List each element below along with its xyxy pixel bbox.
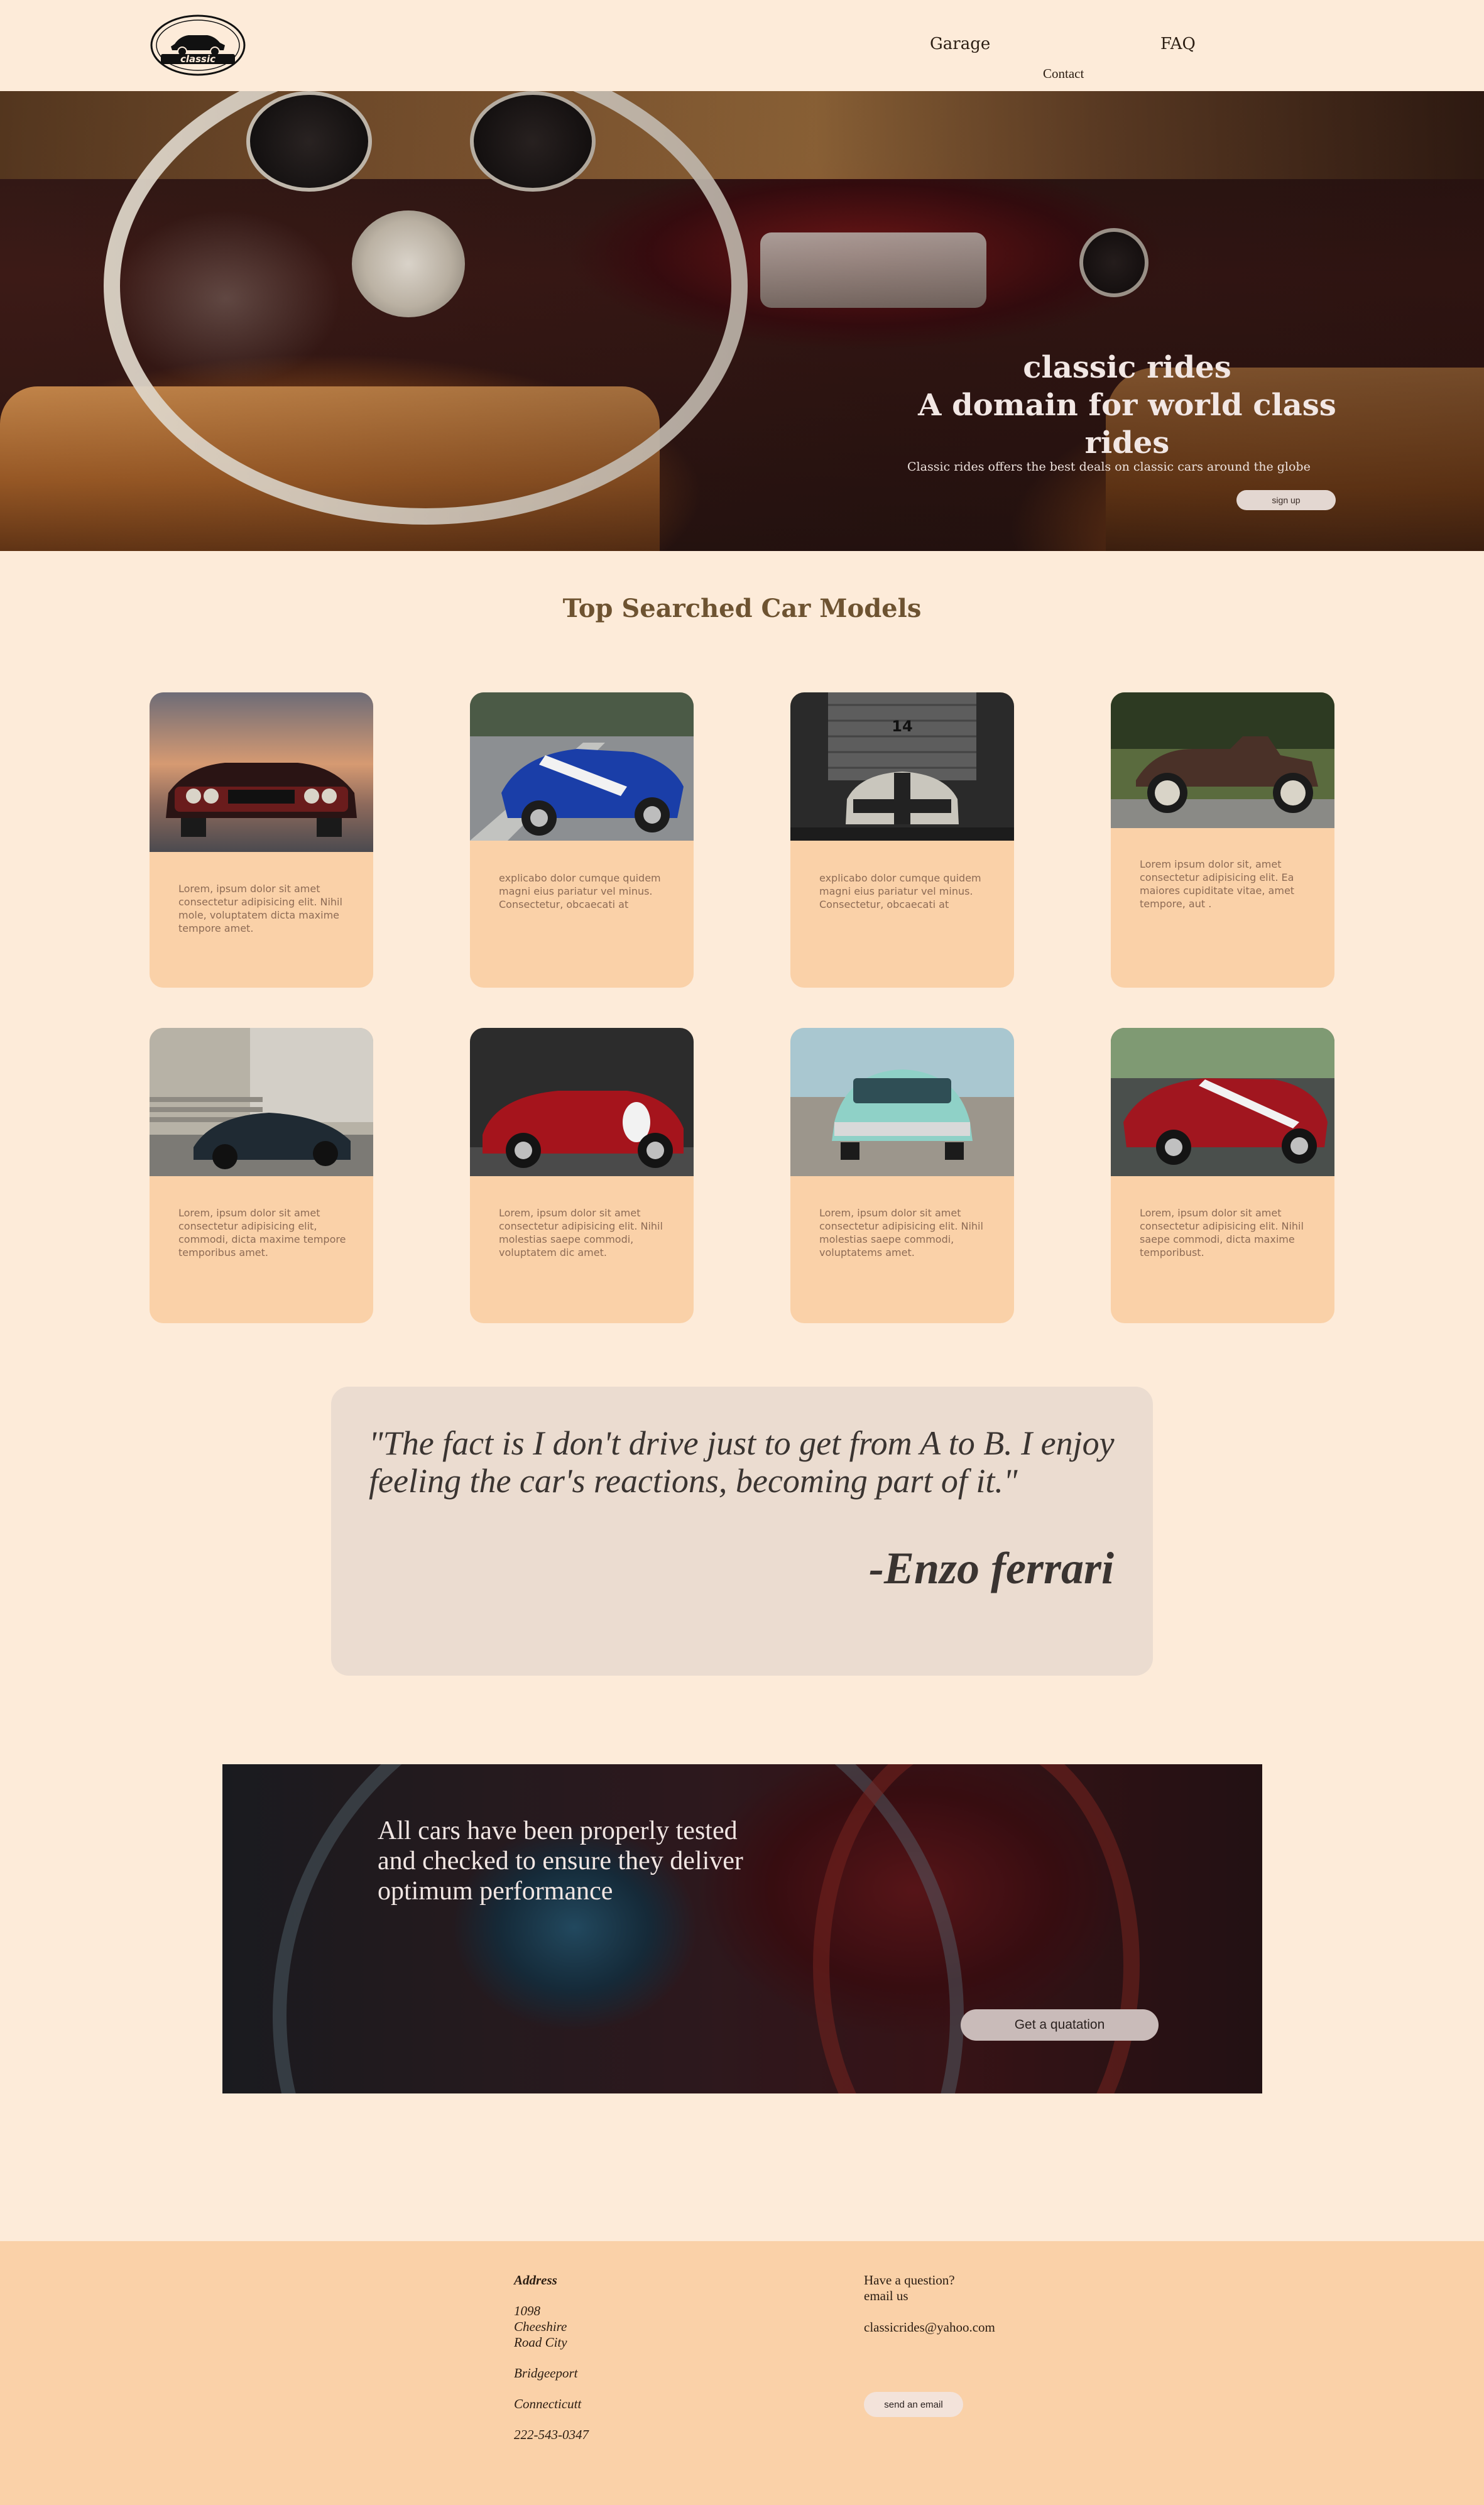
car-card-text: Lorem ipsum dolor sit, amet consectetur …: [1140, 858, 1295, 910]
contact-email-address[interactable]: classicrides@yahoo.com: [864, 2320, 995, 2335]
car-card[interactable]: Lorem, ipsum dolor sit amet consectetur …: [150, 1028, 373, 1323]
car-photo-mustang: 14: [790, 692, 1014, 841]
hero-title-line1: classic rides: [1023, 350, 1231, 385]
car-card[interactable]: Lorem, ipsum dolor sit amet consectetur …: [790, 1028, 1014, 1323]
car-photo-firebird: [150, 692, 373, 852]
contact-email-us: email us: [864, 2288, 908, 2303]
address-city: Bridgeeport: [514, 2366, 578, 2381]
sign-up-button[interactable]: sign up: [1236, 490, 1336, 510]
quote-box: "The fact is I don't drive just to get f…: [331, 1387, 1153, 1676]
car-photo-mgb: [150, 1028, 373, 1176]
nav-garage-link[interactable]: Garage: [930, 35, 990, 53]
car-photo-belair: [790, 1028, 1014, 1176]
footer-address: Address 1098 Cheeshire Road City Bridgee…: [514, 2273, 589, 2443]
address-phone: 222-543-0347: [514, 2427, 589, 2442]
nav-contact-link[interactable]: Contact: [1043, 66, 1084, 82]
car-card[interactable]: Lorem, ipsum dolor sit amet consectetur …: [1111, 1028, 1334, 1323]
models-section-title: Top Searched Car Models: [562, 594, 922, 623]
hero-title-line2: A domain for world class rides: [918, 388, 1336, 461]
car-photo-alfa: [470, 1028, 694, 1176]
nav-faq-link[interactable]: FAQ: [1160, 35, 1196, 53]
address-street: 1098 Cheeshire Road City: [514, 2303, 567, 2350]
quote-author: -Enzo ferrari: [868, 1543, 1114, 1593]
car-card-text: Lorem, ipsum dolor sit amet consectetur …: [178, 883, 342, 934]
get-quotation-button[interactable]: Get a quatation: [961, 2009, 1159, 2041]
hero-title: classic rides A domain for world class r…: [907, 349, 1347, 462]
car-card-text: explicabo dolor cumque quidem magni eius…: [819, 872, 981, 910]
car-photo-model-a: [1111, 692, 1334, 828]
car-photo-chevelle: [1111, 1028, 1334, 1176]
top-navbar: classic Garage Contact FAQ: [0, 0, 1484, 91]
car-card-text: Lorem, ipsum dolor sit amet consectetur …: [178, 1207, 346, 1258]
car-photo-cobra: [470, 692, 694, 841]
car-card[interactable]: explicabo dolor cumque quidem magni eius…: [470, 692, 694, 988]
car-card[interactable]: Lorem ipsum dolor sit, amet consectetur …: [1111, 692, 1334, 988]
promo-banner: All cars have been properly tested and c…: [222, 1764, 1262, 2093]
contact-question: Have a question?: [864, 2273, 955, 2288]
quote-text: "The fact is I don't drive just to get f…: [369, 1424, 1115, 1500]
car-card-text: Lorem, ipsum dolor sit amet consectetur …: [819, 1207, 983, 1258]
svg-text:classic: classic: [180, 53, 216, 65]
hero-subtitle: Classic rides offers the best deals on c…: [907, 460, 1311, 474]
footer: Address 1098 Cheeshire Road City Bridgee…: [0, 2241, 1484, 2505]
address-heading: Address: [514, 2273, 557, 2288]
svg-text:14: 14: [892, 718, 912, 735]
address-state: Connecticutt: [514, 2396, 582, 2411]
car-card-text: explicabo dolor cumque quidem magni eius…: [499, 872, 661, 910]
promo-text: All cars have been properly tested and c…: [378, 1816, 743, 1906]
car-card[interactable]: 14 explicabo dolor cumque quidem magni e…: [790, 692, 1014, 988]
car-card-text: Lorem, ipsum dolor sit amet consectetur …: [499, 1207, 663, 1258]
send-email-button[interactable]: send an email: [864, 2392, 963, 2417]
classic-logo[interactable]: classic: [150, 14, 247, 77]
hero-banner: classic rides A domain for world class r…: [0, 91, 1484, 551]
footer-contact: Have a question? email us classicrides@y…: [864, 2273, 995, 2417]
car-card-text: Lorem, ipsum dolor sit amet consectetur …: [1140, 1207, 1304, 1258]
car-card[interactable]: Lorem, ipsum dolor sit amet consectetur …: [470, 1028, 694, 1323]
car-card[interactable]: Lorem, ipsum dolor sit amet consectetur …: [150, 692, 373, 988]
